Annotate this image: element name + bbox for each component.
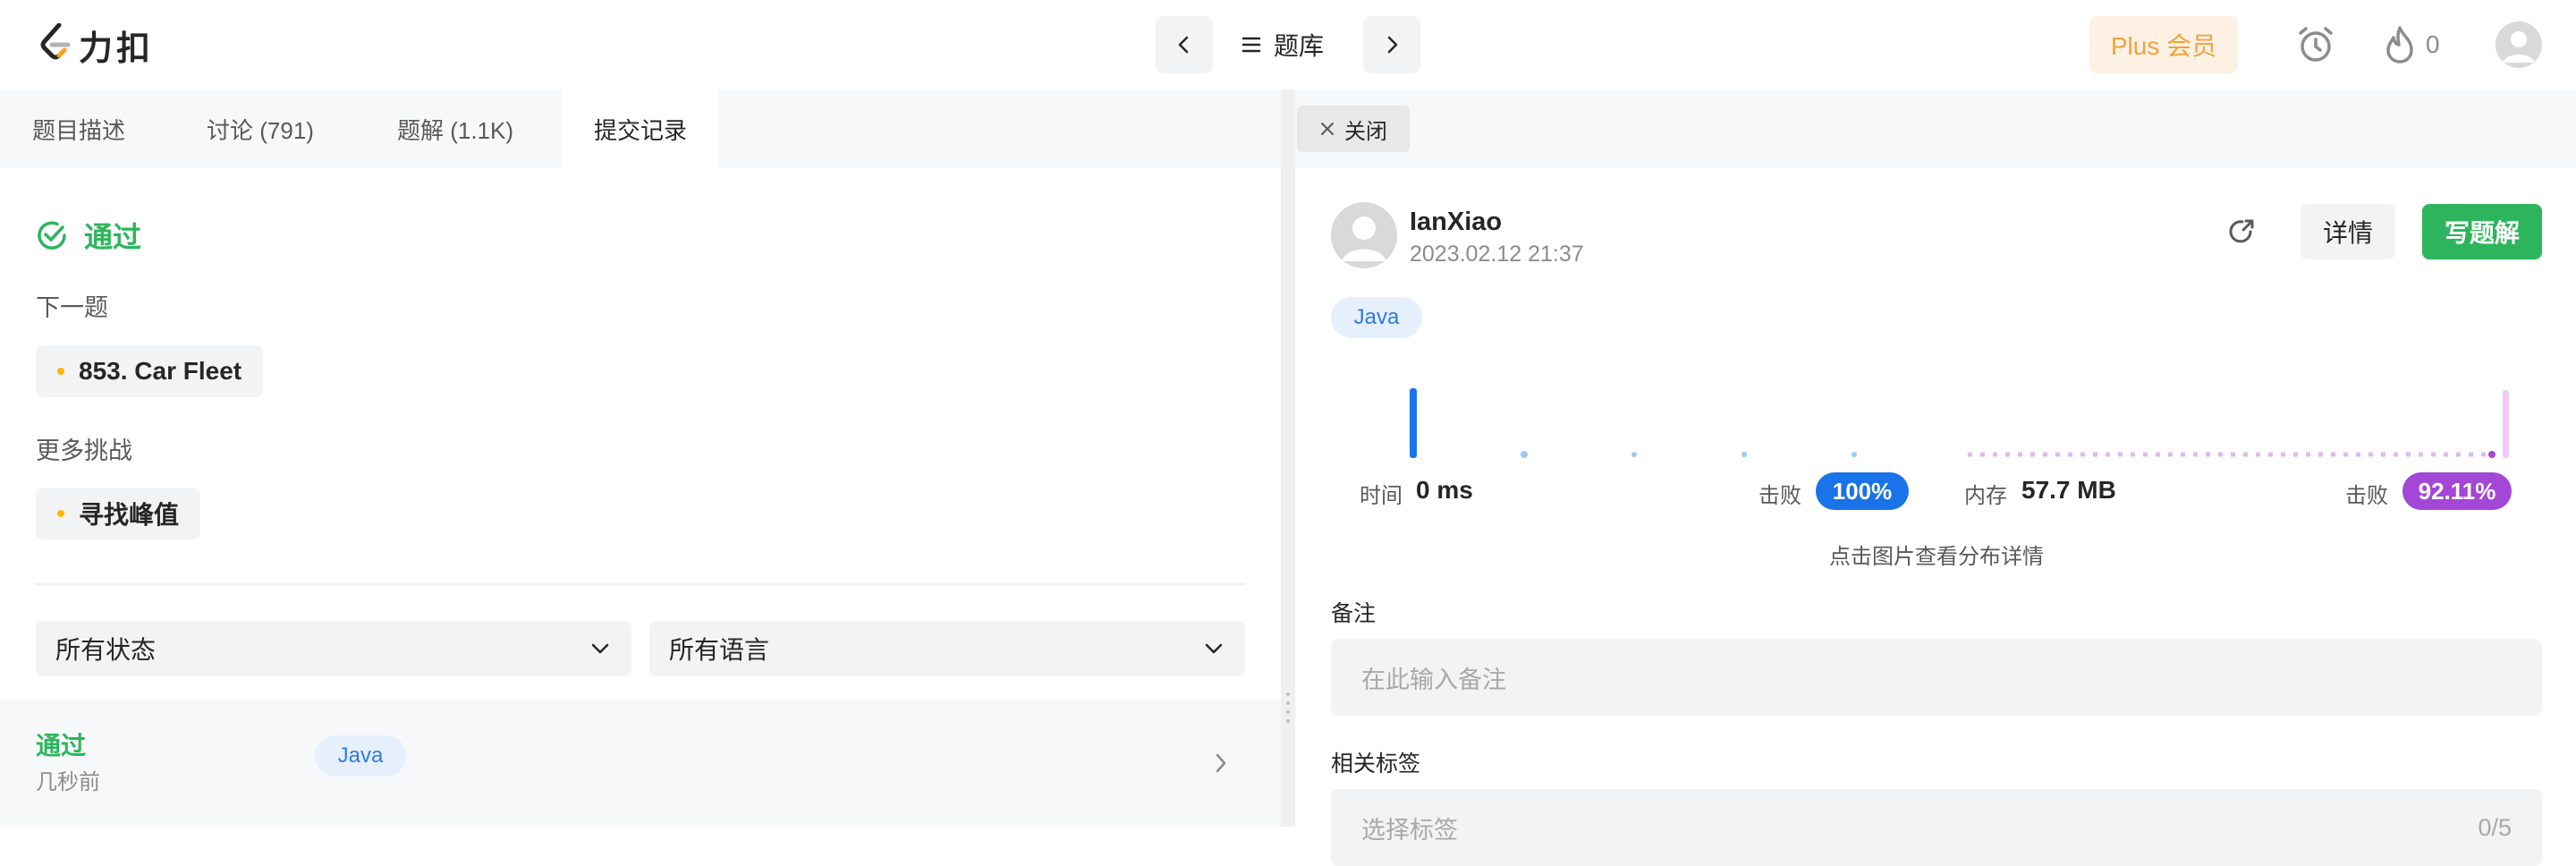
tab-solutions[interactable]: 题解 (1.1K) xyxy=(363,89,547,168)
memory-dist-dot xyxy=(2488,451,2496,458)
top-navbar: 力扣 题库 Plus 会员 0 xyxy=(0,0,2576,89)
status-filter-select[interactable]: 所有状态 xyxy=(36,621,631,676)
time-beat-label: 击败 xyxy=(1758,484,1801,508)
check-circle-icon xyxy=(38,221,66,250)
runtime-beat-badge: 100% xyxy=(1816,472,1909,510)
memory-beat-badge: 92.11% xyxy=(2402,472,2512,510)
leetcode-logo-icon xyxy=(39,22,72,67)
tags-select[interactable]: 选择标签 0/5 xyxy=(1331,789,2542,866)
prev-problem-button[interactable] xyxy=(1156,16,1213,73)
memory-value: 57.7 MB xyxy=(2021,476,2116,504)
alarm-clock-icon xyxy=(2299,27,2333,62)
user-avatar-icon xyxy=(1331,202,1397,268)
panel-splitter[interactable] xyxy=(1281,89,1295,827)
chevron-down-icon xyxy=(591,643,609,654)
difficulty-dot-icon xyxy=(57,368,64,375)
tab-description[interactable]: 题目描述 xyxy=(0,89,157,168)
memory-label: 内存 xyxy=(1964,484,2007,508)
chevron-left-icon xyxy=(1178,36,1189,54)
result-status: 通过 xyxy=(36,215,141,256)
runtime-value: 0 ms xyxy=(1416,476,1473,504)
user-avatar-top[interactable] xyxy=(2496,21,2542,68)
right-tab-bar xyxy=(1295,89,2576,168)
time-dist-dot xyxy=(1852,452,1857,457)
tab-submissions[interactable]: 提交记录 xyxy=(562,89,719,168)
time-label: 时间 xyxy=(1360,484,1402,508)
time-dist-dot xyxy=(1741,452,1747,457)
list-icon xyxy=(1241,37,1261,53)
submitter-avatar[interactable] xyxy=(1331,202,1397,268)
difficulty-dot-icon xyxy=(57,510,64,517)
submission-language-badge: Java xyxy=(315,735,406,777)
leetcode-logo[interactable]: 力扣 xyxy=(39,20,154,70)
time-dist-dot xyxy=(1631,452,1637,457)
user-avatar-icon xyxy=(2496,21,2542,68)
close-tab-button[interactable]: 关闭 xyxy=(1297,106,1410,152)
details-button[interactable]: 详情 xyxy=(2301,204,2395,259)
flame-icon xyxy=(2386,26,2413,64)
write-solution-button[interactable]: 写题解 xyxy=(2422,204,2542,259)
submission-timestamp: 2023.02.12 21:37 xyxy=(1410,242,1584,267)
chart-hint: 点击图片查看分布详情 xyxy=(1829,545,2044,569)
streak-button[interactable]: 0 xyxy=(2383,20,2440,70)
language-filter-select[interactable]: 所有语言 xyxy=(649,621,1245,676)
more-challenge-title: 寻找峰值 xyxy=(79,501,180,529)
chevron-down-icon xyxy=(1205,643,1223,654)
note-input[interactable]: 在此输入备注 xyxy=(1331,639,2542,716)
plus-membership-button[interactable]: Plus 会员 xyxy=(2089,16,2238,73)
next-problem-chip[interactable]: 853. Car Fleet xyxy=(36,345,264,397)
time-bar-highlight xyxy=(1410,388,1417,458)
submission-time: 几秒前 xyxy=(36,770,100,794)
tab-discussion[interactable]: 讨论 (791) xyxy=(175,89,345,168)
result-status-text: 通过 xyxy=(84,221,142,253)
logo-text: 力扣 xyxy=(79,30,155,68)
chevron-right-icon xyxy=(1387,36,1398,54)
problem-bank-button[interactable]: 题库 xyxy=(1241,16,1324,73)
more-challenge-chip[interactable]: 寻找峰值 xyxy=(36,488,201,539)
time-dist-dot xyxy=(1521,451,1528,458)
problem-bank-label: 题库 xyxy=(1274,32,1325,60)
memory-bar-highlight xyxy=(2503,390,2509,458)
tags-placeholder: 选择标签 xyxy=(1361,816,1458,844)
distribution-chart[interactable] xyxy=(1331,379,2547,462)
submission-status: 通过 xyxy=(36,732,87,760)
note-label: 备注 xyxy=(1331,601,1377,626)
next-problem-label: 下一题 xyxy=(36,294,108,321)
submitter-username[interactable]: IanXiao xyxy=(1410,208,1502,237)
submission-result-panel: 通过 下一题 853. Car Fleet 更多挑战 寻找峰值 所有状态 所有语… xyxy=(0,168,1281,827)
code-language-badge: Java xyxy=(1331,297,1422,338)
drag-handle-icon xyxy=(1286,692,1290,723)
close-tab-label: 关闭 xyxy=(1344,119,1387,144)
section-divider xyxy=(36,583,1245,585)
language-filter-value: 所有语言 xyxy=(669,636,770,664)
chevron-right-icon xyxy=(1216,753,1226,773)
submission-row[interactable]: 通过 几秒前 Java xyxy=(0,700,1281,827)
next-problem-button[interactable] xyxy=(1363,16,1420,73)
next-problem-title: 853. Car Fleet xyxy=(79,357,242,385)
timer-button[interactable] xyxy=(2295,20,2336,70)
note-placeholder: 在此输入备注 xyxy=(1361,666,1506,693)
memory-beat-label: 击败 xyxy=(2345,484,2388,508)
close-icon xyxy=(1321,123,1334,135)
tags-count: 0/5 xyxy=(2478,813,2512,841)
more-challenges-label: 更多挑战 xyxy=(36,437,132,464)
streak-count: 0 xyxy=(2426,30,2440,58)
tags-label: 相关标签 xyxy=(1331,751,1421,777)
status-filter-value: 所有状态 xyxy=(55,636,157,664)
left-tab-bar: 题目描述 讨论 (791) 题解 (1.1K) 提交记录 xyxy=(0,89,1281,168)
share-icon[interactable] xyxy=(2224,213,2261,250)
